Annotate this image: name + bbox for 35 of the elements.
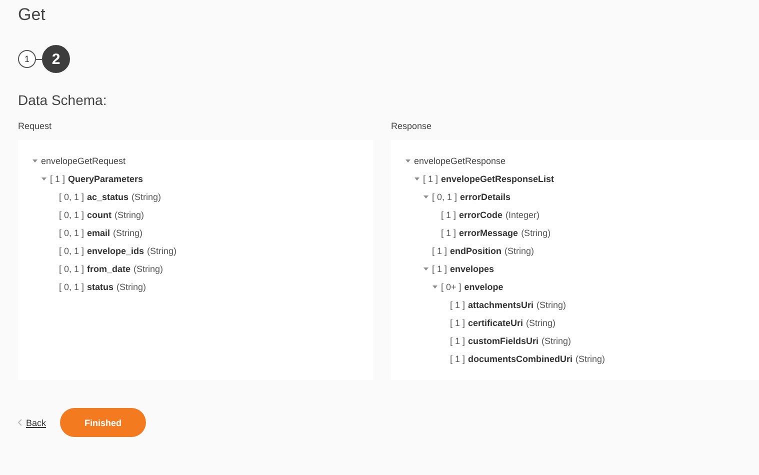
schema-field: [ 1 ] errorCode (Integer) xyxy=(441,210,540,220)
schema-field: [ 0, 1 ] ac_status (String) xyxy=(59,192,162,202)
chevron-left-icon xyxy=(18,419,22,426)
schema-field: [ 1 ] envelopes xyxy=(432,264,494,274)
section-title: Data Schema: xyxy=(18,91,108,109)
schema-field: envelopeGetResponse xyxy=(414,156,506,166)
schema-field: [ 0, 1 ] from_date (String) xyxy=(59,264,164,274)
schema-field: [ 1 ] endPosition (String) xyxy=(432,246,534,256)
schema-field: [ 0+ ] envelope xyxy=(441,282,504,292)
schema-field: [ 1 ] certificateUri (String) xyxy=(450,318,556,328)
step-indicator[interactable]: 2 xyxy=(42,45,70,73)
back-link[interactable]: Back xyxy=(26,418,46,428)
schema-field: [ 1 ] customFieldsUri (String) xyxy=(450,336,572,346)
caret-icon[interactable] xyxy=(414,176,420,182)
caret-icon[interactable] xyxy=(423,194,429,200)
schema-field: [ 1 ] envelopeGetResponseList xyxy=(423,174,554,184)
page-title: Get xyxy=(18,4,46,25)
schema-field: [ 1 ] errorMessage (String) xyxy=(441,228,551,238)
panel-label: Response xyxy=(391,120,432,132)
schema-field: [ 0, 1 ] envelope_ids (String) xyxy=(59,246,177,256)
schema-field: [ 0, 1 ] errorDetails xyxy=(432,192,511,202)
schema-field: [ 1 ] documentsCombinedUri (String) xyxy=(450,354,606,364)
schema-field: [ 0, 1 ] status (String) xyxy=(59,282,146,292)
caret-icon[interactable] xyxy=(41,176,47,182)
step-indicator[interactable]: 1 xyxy=(18,50,36,68)
caret-icon[interactable] xyxy=(32,158,38,164)
caret-icon[interactable] xyxy=(432,284,438,290)
schema-field: [ 0, 1 ] email (String) xyxy=(59,228,143,238)
schema-field: [ 1 ] attachmentsUri (String) xyxy=(450,300,566,310)
schema-field: [ 1 ] QueryParameters xyxy=(50,174,144,184)
caret-icon[interactable] xyxy=(405,158,411,164)
schema-field: [ 0, 1 ] count (String) xyxy=(59,210,144,220)
caret-icon[interactable] xyxy=(423,266,429,272)
schema-field: envelopeGetRequest xyxy=(41,156,126,166)
panel-label: Request xyxy=(18,120,52,132)
